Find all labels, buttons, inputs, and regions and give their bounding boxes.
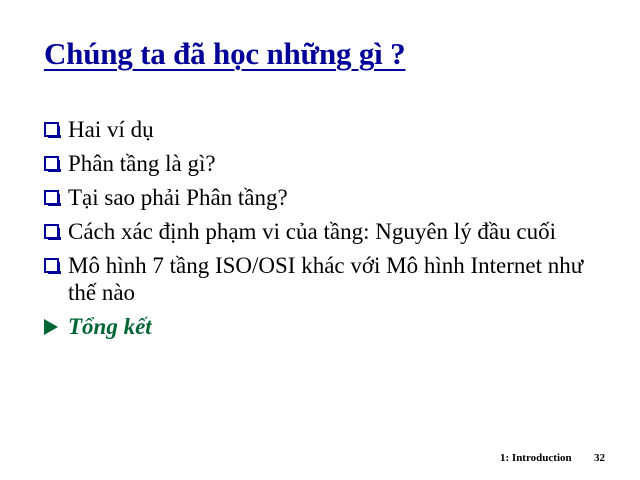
bullet-text-current: Tổng kết [68,314,152,339]
bullet-item-current: Tổng kết [44,313,604,340]
slide: Chúng ta đã học những gì ? Hai ví dụ Phâ… [0,0,640,480]
footer-chapter-label: 1: Introduction [500,452,572,464]
bullet-text: Hai ví dụ [68,117,154,142]
bullet-item: Phân tầng là gì? [44,150,604,177]
page-number: 32 [594,452,605,464]
bullet-item: Hai ví dụ [44,116,604,143]
bullet-text: Phân tầng là gì? [68,151,216,176]
box-bullet-icon [44,258,61,274]
bullet-text: Cách xác định phạm vi của tầng: Nguyên l… [68,219,556,244]
bullet-item: Tại sao phải Phân tầng? [44,184,604,211]
arrow-bullet-icon [44,319,58,335]
box-bullet-icon [44,122,61,138]
bullet-list: Hai ví dụ Phân tầng là gì? Tại sao phải … [44,116,604,347]
bullet-text: Tại sao phải Phân tầng? [68,185,288,210]
bullet-item: Mô hình 7 tầng ISO/OSI khác với Mô hình … [44,252,604,306]
box-bullet-icon [44,224,61,240]
box-bullet-icon [44,156,61,172]
bullet-item: Cách xác định phạm vi của tầng: Nguyên l… [44,218,604,245]
slide-title: Chúng ta đã học những gì ? [44,36,406,71]
box-bullet-icon [44,190,61,206]
slide-footer: 1: Introduction 32 [0,452,640,468]
bullet-text: Mô hình 7 tầng ISO/OSI khác với Mô hình … [68,253,584,305]
